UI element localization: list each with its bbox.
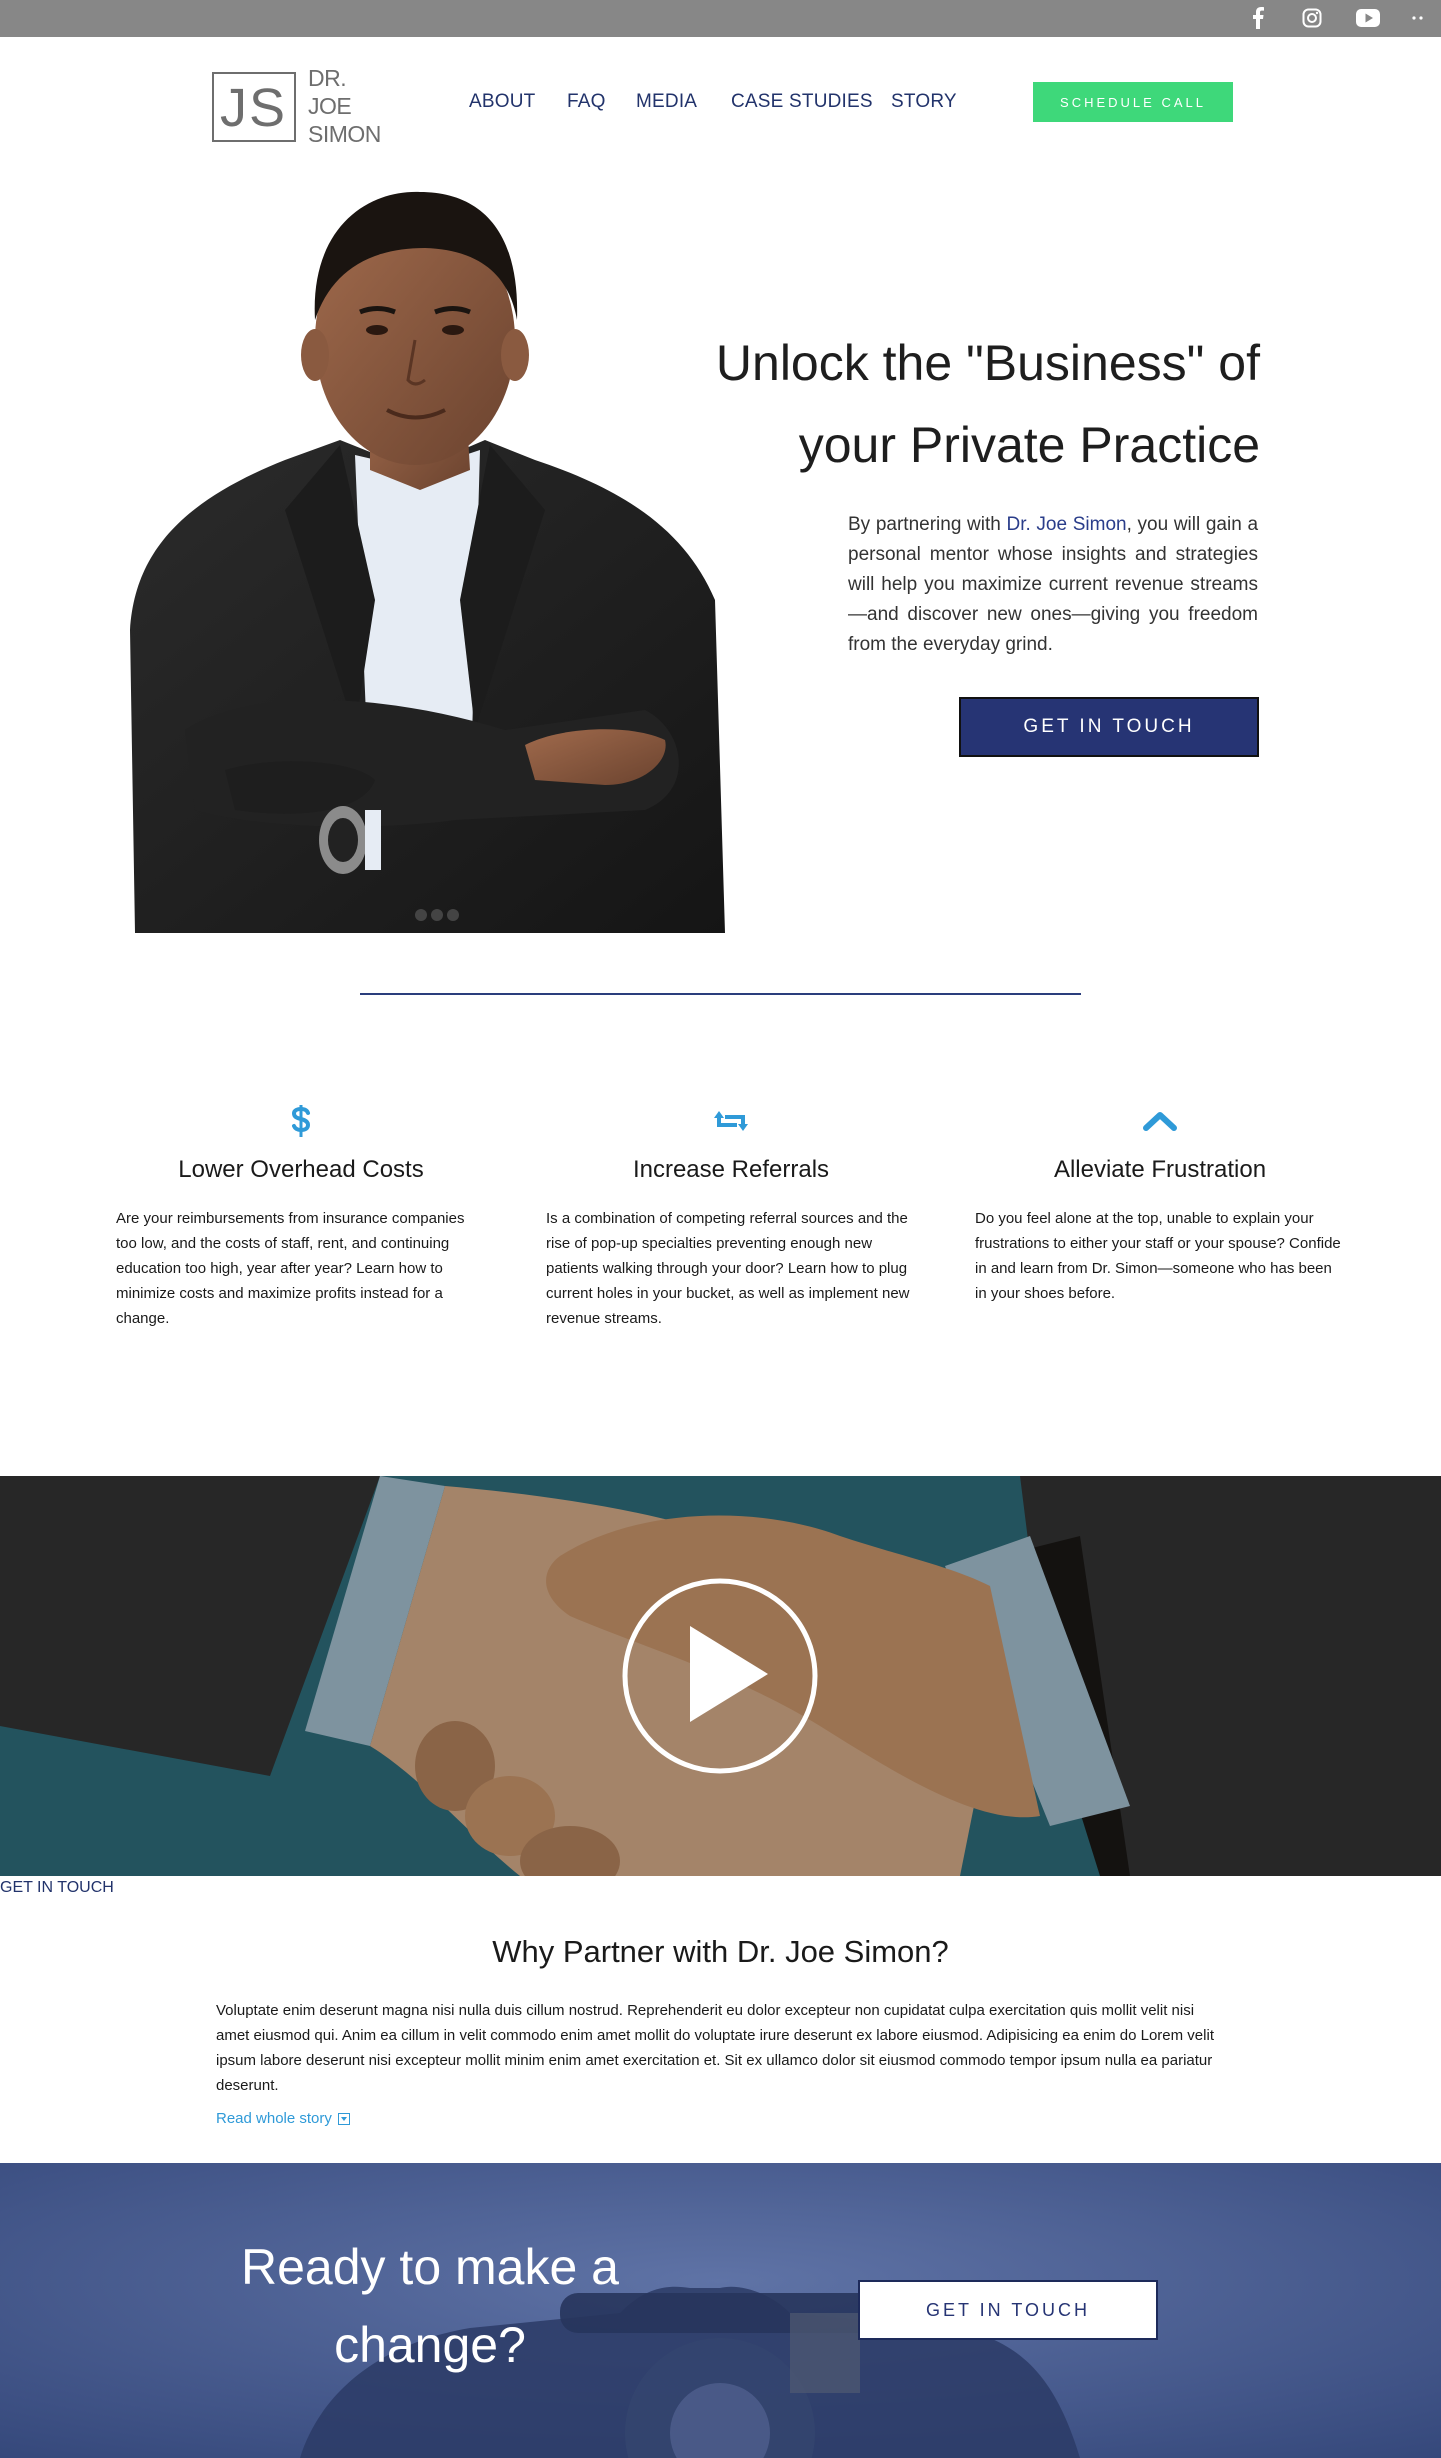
handshake-video[interactable] <box>0 1476 1441 1876</box>
nav-item-about[interactable]: ABOUT <box>469 91 535 113</box>
social-topbar <box>0 0 1441 37</box>
section-divider <box>360 993 1081 995</box>
why-partner-body: Voluptate enim deserunt magna nisi nulla… <box>216 2002 1214 2094</box>
read-whole-story-link[interactable]: Read whole story <box>216 2110 350 2127</box>
hero-description-prefix: By partnering with <box>848 514 1007 535</box>
cta-background <box>0 2163 1441 2458</box>
feature-alleviate-frustration: Alleviate Frustration Do you feel alone … <box>975 1098 1345 1306</box>
feature-title: Alleviate Frustration <box>1053 1156 1267 1183</box>
chevron-up-icon <box>975 1098 1345 1144</box>
feature-title: Increase Referrals <box>632 1156 830 1183</box>
facebook-icon[interactable] <box>1245 6 1271 30</box>
logo-line-simon: SIMON <box>308 121 381 147</box>
logo-line-dr: DR. <box>308 65 347 91</box>
cta-get-in-touch-button[interactable]: GET IN TOUCH <box>858 2280 1158 2340</box>
feature-description: Do you feel alone at the top, unable to … <box>975 1210 1341 1302</box>
feature-description: Are your reimbursements from insurance c… <box>116 1210 465 1327</box>
more-icon[interactable] <box>1405 6 1431 30</box>
hero-title-line-2: your Private Practice <box>798 417 1260 473</box>
nav-item-media[interactable]: MEDIA <box>636 91 697 113</box>
feature-title: Lower Overhead Costs <box>178 1156 424 1183</box>
video-get-in-touch-link[interactable]: GET IN TOUCH <box>0 1879 114 1897</box>
youtube-icon[interactable] <box>1355 6 1381 30</box>
hero-portrait-image <box>125 170 730 933</box>
logo-line-joe: JOE <box>308 93 352 119</box>
cta-heading-line-1: Ready to make a <box>241 2239 619 2295</box>
dollar-icon <box>116 1098 486 1144</box>
cta-heading: Ready to make a change? <box>220 2228 640 2384</box>
feature-description: Is a combination of competing referral s… <box>546 1210 910 1327</box>
hero-description: By partnering with Dr. Joe Simon, you wi… <box>848 510 1258 660</box>
logo[interactable]: JS DR. JOE SIMON <box>212 64 402 147</box>
why-partner-heading: Why Partner with Dr. Joe Simon? <box>492 1934 949 1969</box>
hero-description-suffix: , you will gain a personal mentor whose … <box>848 514 1259 655</box>
logo-monogram: JS <box>220 78 288 138</box>
hero-get-in-touch-button[interactable]: GET IN TOUCH <box>959 697 1259 757</box>
chevron-down-icon <box>337 2112 350 2125</box>
nav-item-case-studies[interactable]: CASE STUDIES <box>731 91 873 113</box>
logo-monogram-box: JS <box>212 72 296 142</box>
nav-item-story[interactable]: STORY <box>891 91 957 113</box>
instagram-icon[interactable] <box>1299 6 1325 30</box>
read-more-label: Read whole story <box>216 2110 332 2127</box>
feature-increase-referrals: Increase Referrals Is a combination of c… <box>546 1098 916 1331</box>
hero-title: Unlock the "Business" of your Private Pr… <box>640 322 1260 486</box>
schedule-call-button[interactable]: SCHEDULE CALL <box>1033 82 1233 122</box>
retweet-icon <box>546 1098 916 1144</box>
feature-lower-overhead: Lower Overhead Costs Are your reimbursem… <box>116 1098 486 1331</box>
hero-title-line-1: Unlock the "Business" of <box>715 335 1260 391</box>
nav-item-faq[interactable]: FAQ <box>567 91 606 113</box>
cta-heading-line-2: change? <box>334 2317 526 2373</box>
dr-joe-simon-link[interactable]: Dr. Joe Simon <box>1007 514 1127 535</box>
logo-wordmark: DR. JOE SIMON <box>308 64 381 148</box>
